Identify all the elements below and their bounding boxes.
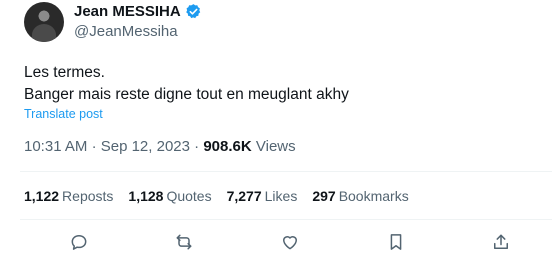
divider [20,219,552,220]
verified-badge-icon [185,4,200,19]
tweet-text-line: Les termes. [24,64,105,81]
post-date[interactable]: Sep 12, 2023 [101,138,190,155]
views-count: 908.6K [203,138,252,155]
views-label: Views [255,138,296,155]
like-button[interactable] [278,230,302,254]
reposts-label: Reposts [62,188,114,204]
author-name-row: Jean MESSIHA [74,3,202,20]
bookmarks-label: Bookmarks [338,188,409,204]
tweet-card: Jean MESSIHA @JeanMessiha Les termes. Ba… [0,0,552,265]
share-button[interactable] [489,230,513,254]
likes-label: Likes [264,188,298,204]
repost-icon [176,234,192,250]
quotes-count: 1,128 [128,188,164,204]
quotes-stat[interactable]: 1,128 Quotes [128,188,211,204]
likes-stat[interactable]: 7,277 Likes [227,188,298,204]
reposts-stat[interactable]: 1,122 Reposts [24,188,113,204]
translate-post-link[interactable]: Translate post [24,107,103,121]
bookmarks-count: 297 [312,188,336,204]
post-time[interactable]: 10:31 AM [24,138,87,155]
reply-button[interactable] [67,230,91,254]
bookmarks-stat[interactable]: 297 Bookmarks [312,188,408,204]
author-handle[interactable]: @JeanMessiha [74,23,178,40]
reposts-count: 1,122 [24,188,60,204]
tweet-text: Les termes. Banger mais reste digne tout… [24,62,349,106]
tweet-text-line: Banger mais reste digne tout en meuglant… [24,86,349,103]
divider [20,171,552,172]
author-name[interactable]: Jean MESSIHA [74,3,181,20]
repost-button[interactable] [172,230,196,254]
reply-icon [71,235,87,250]
engagement-stats: 1,122 Reposts 1,128 Quotes 7,277 Likes 297 B… [24,188,409,204]
bookmark-button[interactable] [384,230,408,254]
avatar[interactable] [24,2,64,42]
like-icon [283,236,297,250]
quotes-label: Quotes [166,188,212,204]
likes-count: 7,277 [226,188,262,204]
tweet-meta: 10:31 AM · Sep 12, 2023 · 908.6K Views [24,138,296,155]
action-bar [0,230,552,254]
meta-separator: · [91,138,97,155]
bookmark-icon [390,234,402,250]
meta-separator: · [194,138,200,155]
share-icon [494,234,508,249]
